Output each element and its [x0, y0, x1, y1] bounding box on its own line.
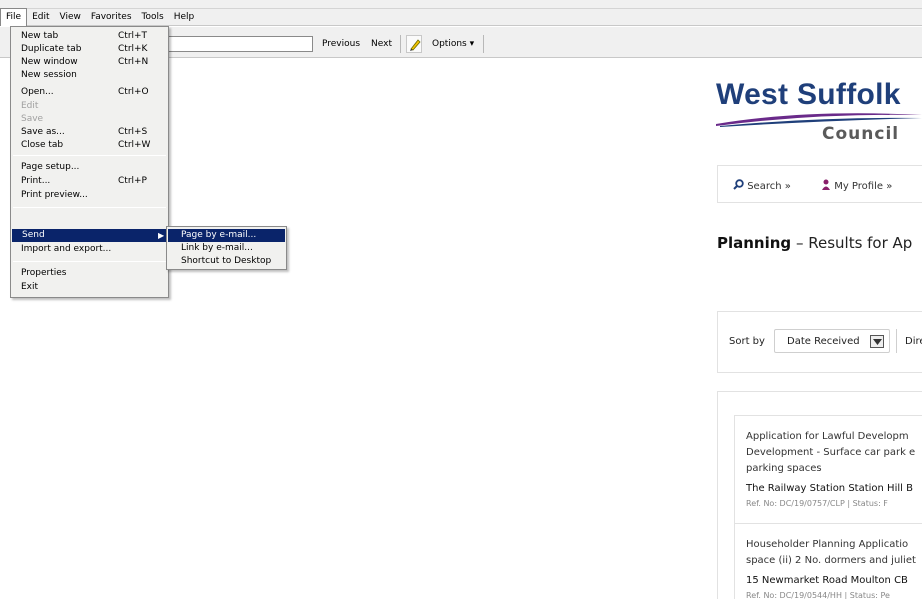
menu-item-open[interactable]: Open... Ctrl+O — [11, 86, 168, 99]
menu-view[interactable]: View — [55, 9, 86, 26]
find-options-label: Options — [432, 39, 467, 49]
menu-item-exit[interactable]: Exit — [11, 281, 168, 294]
dropdown-arrow-icon[interactable] — [870, 335, 884, 348]
logo-council: Council — [822, 124, 900, 144]
result-description-line: Development - Surface car park e — [746, 447, 916, 458]
result-card[interactable]: Householder Planning Applicatio space (i… — [734, 523, 922, 599]
menu-item-print-preview[interactable]: Print preview... — [11, 189, 168, 202]
result-card[interactable]: Application for Lawful Developm Developm… — [734, 415, 922, 524]
menu-edit[interactable]: Edit — [27, 9, 54, 26]
menu-item-new-window[interactable]: New window Ctrl+N — [11, 56, 168, 69]
menu-file[interactable]: File — [0, 8, 28, 26]
nav-search-label: Search — [747, 181, 782, 192]
menu-favorites[interactable]: Favorites — [86, 9, 137, 26]
page-title-bold: Planning — [717, 234, 792, 252]
page-title: Planning – Results for Ap — [717, 234, 912, 252]
nav-my-profile[interactable]: My Profile » — [821, 179, 892, 192]
menu-divider — [13, 207, 166, 208]
result-address[interactable]: 15 Newmarket Road Moulton CB — [746, 575, 908, 586]
menu-item-save: Save — [21, 114, 44, 124]
chevron-down-icon: » — [886, 181, 893, 192]
toolbar-separator — [400, 35, 401, 53]
highlight-pencil-icon[interactable] — [406, 35, 422, 53]
nav-search[interactable]: Search » — [733, 179, 791, 192]
result-description-line: parking spaces — [746, 463, 822, 474]
file-menu: New tab Ctrl+T Duplicate tab Ctrl+K New wi… — [10, 26, 169, 298]
submenu-arrow-icon: ▶ — [158, 231, 165, 240]
toolbar-separator — [483, 35, 484, 53]
direction-label: Dire — [905, 336, 922, 347]
find-next-button[interactable]: Next — [371, 37, 392, 51]
result-description-line: Householder Planning Applicatio — [746, 539, 909, 550]
menu-bar: File Edit View Favorites Tools Help — [0, 8, 922, 26]
menu-item-new-session[interactable]: New session — [11, 69, 168, 82]
search-icon — [733, 179, 744, 190]
menu-item-send[interactable]: Send ▶ — [12, 229, 167, 242]
sort-label: Sort by — [729, 336, 765, 347]
menu-item-page-setup[interactable]: Page setup... — [11, 161, 168, 174]
menu-item-print[interactable]: Print... Ctrl+P — [11, 175, 168, 188]
menu-divider — [13, 261, 166, 262]
menu-item-duplicate-tab[interactable]: Duplicate tab Ctrl+K — [11, 43, 168, 56]
results-list: Application for Lawful Developm Developm… — [717, 391, 922, 599]
menu-item-import-export[interactable]: Import and export... — [11, 243, 168, 256]
user-icon — [822, 179, 830, 190]
find-input[interactable] — [166, 36, 313, 52]
sort-select-value: Date Received — [787, 336, 860, 347]
site-nav: Search » My Profile » — [717, 165, 922, 203]
menu-tools[interactable]: Tools — [137, 9, 169, 26]
page-title-rest: – Results for Ap — [791, 234, 913, 252]
menu-item-close-tab[interactable]: Close tab Ctrl+W — [11, 139, 168, 152]
menu-item-edit: Edit — [21, 101, 39, 111]
sort-separator — [896, 329, 897, 353]
submenu-item-shortcut-desktop[interactable]: Shortcut to Desktop — [168, 255, 285, 268]
result-meta: Ref. No: DC/19/0544/HH | Status: Pe — [746, 591, 890, 599]
result-description-line: Application for Lawful Developm — [746, 431, 909, 442]
send-submenu: Page by e-mail... Link by e-mail... Shor… — [166, 226, 287, 270]
submenu-item-page-by-email[interactable]: Page by e-mail... — [168, 229, 285, 242]
submenu-item-link-by-email[interactable]: Link by e-mail... — [168, 242, 285, 255]
logo-west-suffolk[interactable]: West Suffolk — [716, 78, 901, 112]
menu-divider — [13, 155, 166, 156]
result-description-line: space (ii) 2 No. dormers and juliet — [746, 555, 916, 566]
menu-item-save-as[interactable]: Save as... Ctrl+S — [11, 126, 168, 139]
menu-item-properties[interactable]: Properties — [11, 267, 168, 280]
result-address[interactable]: The Railway Station Station Hill B — [746, 483, 913, 494]
menu-item-new-tab[interactable]: New tab Ctrl+T — [11, 30, 168, 43]
menu-help[interactable]: Help — [169, 9, 200, 26]
nav-profile-label: My Profile — [834, 181, 884, 192]
sort-panel: Sort by Date Received Dire — [717, 311, 922, 373]
chevron-down-icon: » — [784, 181, 791, 192]
find-previous-button[interactable]: Previous — [322, 37, 360, 51]
find-options-button[interactable]: Options ▾ — [432, 37, 474, 51]
result-meta: Ref. No: DC/19/0757/CLP | Status: F — [746, 499, 888, 508]
sort-select[interactable]: Date Received — [774, 329, 890, 353]
